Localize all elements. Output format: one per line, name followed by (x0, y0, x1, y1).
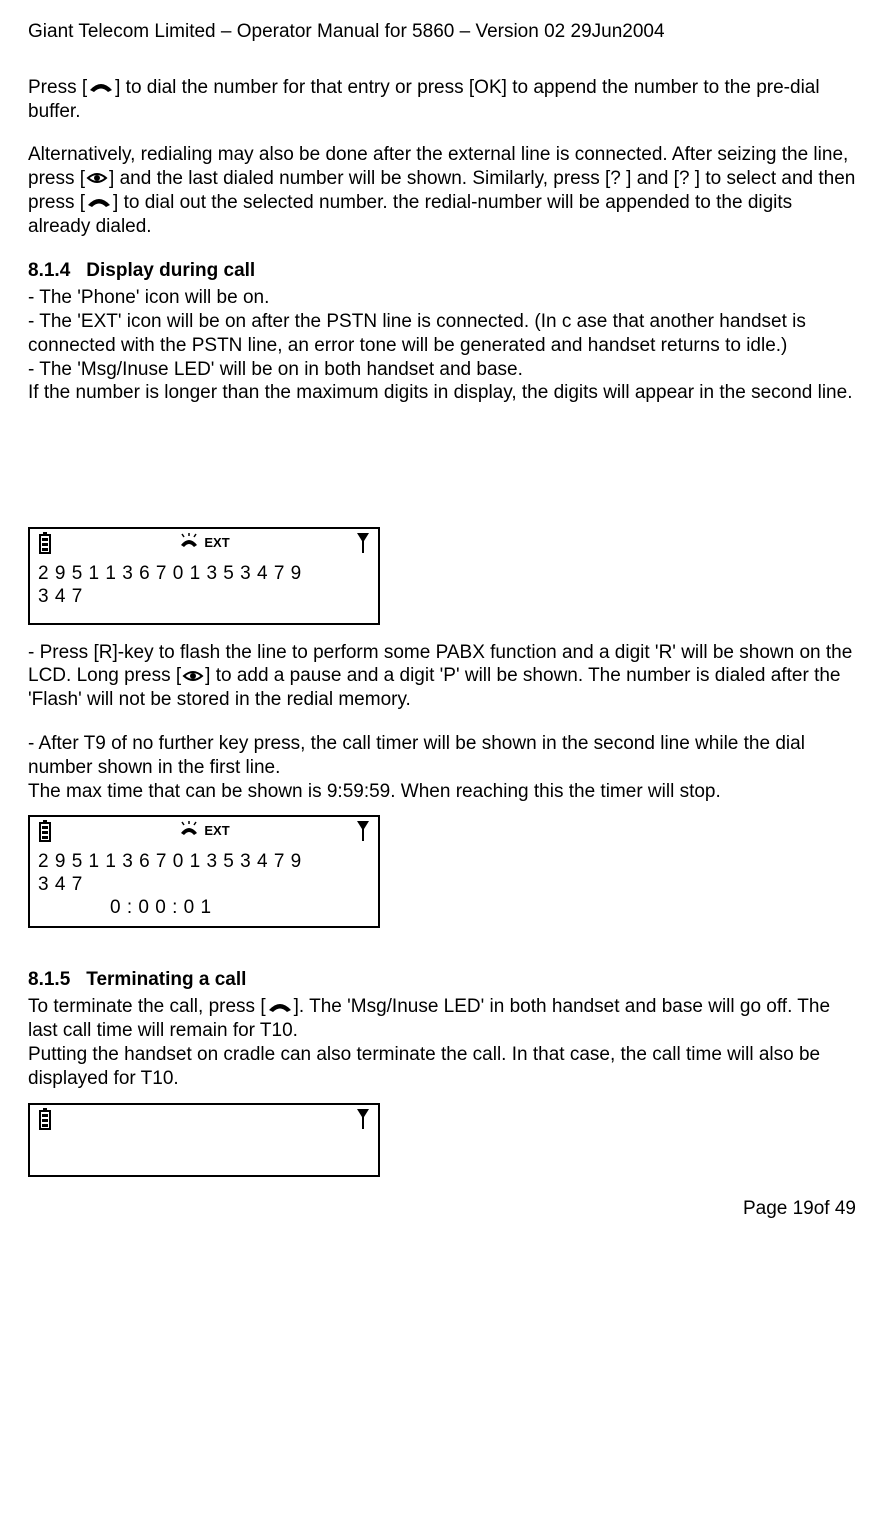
lcd-line-2: 3 4 7 (38, 874, 370, 897)
text: ] to dial out the selected number. the r… (28, 192, 792, 237)
phone-ringing-icon (178, 821, 200, 849)
doc-header: Giant Telecom Limited – Operator Manual … (28, 20, 856, 44)
section-number: 8.1.4 (28, 259, 70, 283)
lcd-icon-row: EXT (38, 535, 370, 559)
section-title-text: Display during call (86, 260, 255, 281)
text: Press [ (28, 77, 87, 98)
ext-label: EXT (204, 823, 229, 839)
paragraph-redial: Alternatively, redialing may also be don… (28, 143, 856, 238)
paragraph-timer: - After T9 of no further key press, the … (28, 732, 856, 803)
lcd-icon-row: EXT (38, 823, 370, 847)
text-line: Putting the handset on cradle can also t… (28, 1043, 856, 1091)
antenna-icon (356, 820, 370, 850)
text-line: The max time that can be shown is 9:59:5… (28, 780, 856, 804)
lcd-line-1: 2 9 5 1 1 3 6 7 0 1 3 5 3 4 7 9 (38, 563, 370, 586)
battery-icon (38, 1108, 52, 1138)
battery-icon (38, 532, 52, 562)
lcd-line-2: 3 4 7 (38, 586, 370, 609)
section-number: 8.1.5 (28, 968, 70, 992)
lcd-display-2: EXT 2 9 5 1 1 3 6 7 0 1 3 5 3 4 7 9 3 4 … (28, 815, 380, 927)
text-line: If the number is longer than the maximum… (28, 381, 856, 405)
page-footer: Page 19of 49 (28, 1197, 856, 1221)
text: To terminate the call, press [ (28, 996, 266, 1017)
text-line: - The 'EXT' icon will be on after the PS… (28, 310, 856, 358)
phone-off-hook-icon (86, 191, 112, 215)
phone-off-hook-icon (88, 76, 114, 100)
lcd-display-3 (28, 1103, 380, 1177)
ext-label: EXT (204, 535, 229, 551)
redial-eye-icon (86, 167, 108, 191)
lcd-icon-row (38, 1111, 370, 1135)
paragraph-flash: - Press [R]-key to flash the line to per… (28, 641, 856, 712)
redial-eye-icon (182, 665, 204, 689)
antenna-icon (356, 1108, 370, 1138)
lcd-display-1: EXT 2 9 5 1 1 3 6 7 0 1 3 5 3 4 7 9 3 4 … (28, 527, 380, 625)
section-814-body: - The 'Phone' icon will be on. - The 'EX… (28, 286, 856, 405)
battery-icon (38, 820, 52, 850)
text: ] to dial the number for that entry or p… (28, 77, 820, 122)
section-title-text: Terminating a call (86, 969, 246, 990)
antenna-icon (356, 532, 370, 562)
text-line: - The 'Phone' icon will be on. (28, 286, 856, 310)
text-line: - The 'Msg/Inuse LED' will be on in both… (28, 358, 856, 382)
section-header-815: 8.1.5 Terminating a call (28, 968, 856, 992)
lcd-line-3: 0 : 0 0 : 0 1 (38, 897, 370, 920)
section-header-814: 8.1.4 Display during call (28, 259, 856, 283)
phone-ringing-icon (178, 533, 200, 561)
phone-off-hook-icon (267, 996, 293, 1020)
paragraph-dial: Press [] to dial the number for that ent… (28, 76, 856, 124)
section-815-body: To terminate the call, press []. The 'Ms… (28, 995, 856, 1090)
lcd-line-1: 2 9 5 1 1 3 6 7 0 1 3 5 3 4 7 9 (38, 851, 370, 874)
text-line: - After T9 of no further key press, the … (28, 732, 856, 780)
